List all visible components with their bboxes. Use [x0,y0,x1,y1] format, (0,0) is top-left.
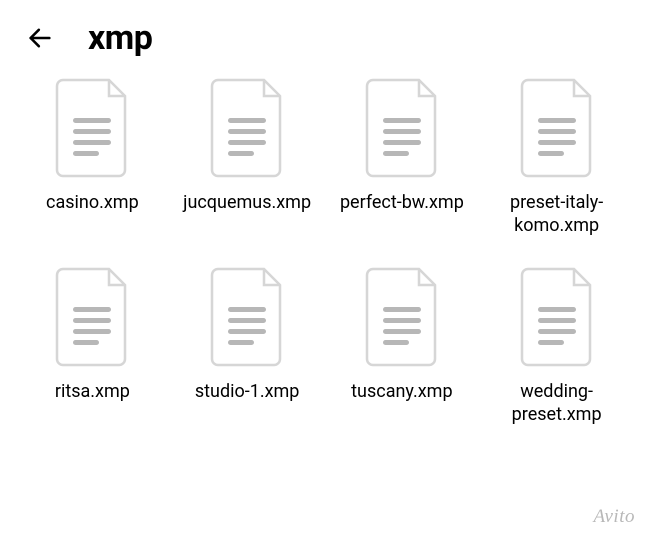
document-file-icon [53,267,131,367]
file-label: ritsa.xmp [55,381,130,404]
file-item[interactable]: tuscany.xmp [330,267,475,426]
file-label: perfect-bw.xmp [340,192,464,215]
file-label: jucquemus.xmp [183,192,311,215]
file-item[interactable]: jucquemus.xmp [175,78,320,237]
file-item[interactable]: casino.xmp [20,78,165,237]
document-file-icon [363,267,441,367]
file-label: casino.xmp [46,192,139,215]
file-label: studio-1.xmp [195,381,300,404]
file-item[interactable]: studio-1.xmp [175,267,320,426]
back-button[interactable] [20,18,60,58]
document-file-icon [208,267,286,367]
page-title: xmp [88,18,152,58]
file-label: tuscany.xmp [351,381,452,404]
file-label: preset-italy-komo.xmp [487,192,627,237]
document-file-icon [518,267,596,367]
document-file-icon [518,78,596,178]
file-item[interactable]: perfect-bw.xmp [330,78,475,237]
document-file-icon [208,78,286,178]
file-label: wedding-preset.xmp [487,381,627,426]
document-file-icon [363,78,441,178]
file-item[interactable]: preset-italy-komo.xmp [484,78,629,237]
document-file-icon [53,78,131,178]
file-grid: casino.xmp jucquemus.xmp [0,68,649,426]
file-item[interactable]: wedding-preset.xmp [484,267,629,426]
file-item[interactable]: ritsa.xmp [20,267,165,426]
header: xmp [0,0,649,68]
watermark: Avito [593,506,635,528]
arrow-left-icon [26,24,54,52]
